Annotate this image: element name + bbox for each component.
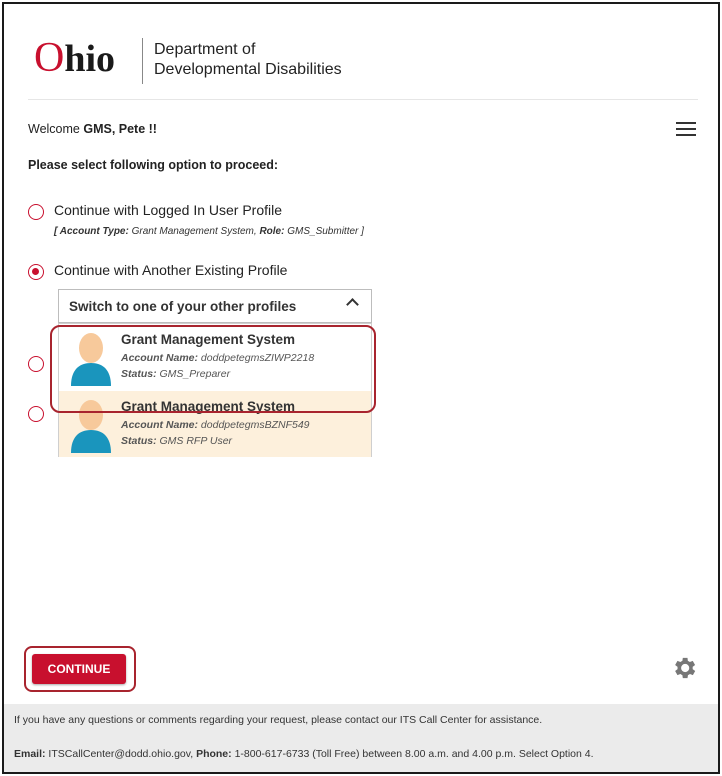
profile-status: Status: GMS_Preparer bbox=[121, 368, 231, 380]
profile-item-preparer[interactable]: Grant Management System Account Name: do… bbox=[59, 324, 371, 390]
continue-button[interactable]: CONTINUE bbox=[32, 654, 126, 684]
profile-account: Account Name: doddpetegmsZIWP2218 bbox=[121, 352, 315, 364]
header: Ohio Department of Developmental Disabil… bbox=[28, 26, 698, 100]
footer-contact: Email: ITSCallCenter@dodd.ohio.gov, Phon… bbox=[14, 748, 594, 760]
profile-item-rfp-user[interactable]: Grant Management System Account Name: do… bbox=[59, 391, 371, 457]
user-name: GMS, Pete !! bbox=[83, 122, 157, 136]
option-another-profile-label: Continue with Another Existing Profile bbox=[54, 262, 288, 278]
option-logged-in-label: Continue with Logged In User Profile bbox=[54, 202, 283, 218]
profile-status: Status: GMS RFP User bbox=[121, 435, 233, 447]
welcome-message: Welcome GMS, Pete !! bbox=[28, 122, 157, 136]
profile-name: Grant Management System bbox=[121, 332, 296, 347]
gear-icon[interactable] bbox=[670, 654, 698, 682]
avatar-icon bbox=[71, 400, 111, 453]
option-logged-in-details: [ Account Type: Grant Management System,… bbox=[54, 226, 364, 237]
profile-list: Grant Management System Account Name: do… bbox=[58, 323, 372, 457]
hamburger-menu-icon[interactable] bbox=[676, 122, 696, 138]
footer: If you have any questions or comments re… bbox=[4, 704, 718, 772]
ohio-logo: Ohio bbox=[34, 35, 116, 81]
logo-divider bbox=[142, 38, 143, 84]
radio-option-4[interactable] bbox=[28, 406, 44, 422]
app-frame: Ohio Department of Developmental Disabil… bbox=[2, 2, 720, 774]
profile-account: Account Name: doddpetegmsBZNF549 bbox=[121, 419, 310, 431]
profile-name: Grant Management System bbox=[121, 399, 296, 414]
dropdown-label: Switch to one of your other profiles bbox=[69, 299, 297, 314]
avatar-icon bbox=[71, 333, 111, 386]
department-name: Department of Developmental Disabilities bbox=[154, 41, 342, 78]
profile-switch-dropdown[interactable]: Switch to one of your other profiles bbox=[58, 289, 372, 323]
radio-option-3[interactable] bbox=[28, 356, 44, 372]
radio-another-profile[interactable] bbox=[28, 264, 44, 280]
chevron-up-icon bbox=[346, 298, 359, 311]
radio-logged-in-profile[interactable] bbox=[28, 204, 44, 220]
footer-help-text: If you have any questions or comments re… bbox=[14, 714, 543, 726]
instruction-text: Please select following option to procee… bbox=[28, 158, 279, 172]
